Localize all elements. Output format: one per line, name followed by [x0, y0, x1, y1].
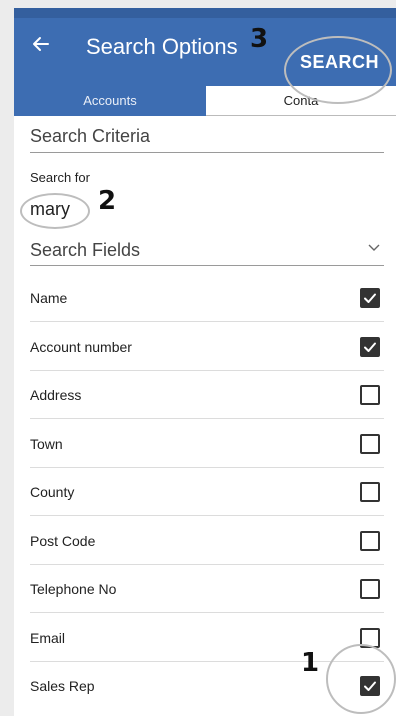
chevron-down-icon[interactable]: [368, 240, 380, 252]
search-criteria-heading: Search Criteria: [30, 126, 151, 146]
search-field-checkbox[interactable]: [360, 530, 380, 551]
divider: [30, 265, 384, 266]
search-field-row[interactable]: County: [30, 468, 384, 516]
search-field-checkbox[interactable]: [360, 433, 380, 454]
search-field-label: Address: [30, 387, 82, 403]
search-field-row[interactable]: Telephone No: [30, 565, 384, 613]
search-field-label: Telephone No: [30, 581, 117, 597]
search-field-label: Name: [30, 290, 68, 306]
search-field-checkbox[interactable]: [360, 482, 380, 502]
search-fields-heading[interactable]: Search Fields: [30, 240, 140, 261]
search-field-checkbox[interactable]: [360, 288, 380, 308]
search-field-checkbox[interactable]: [360, 385, 380, 405]
search-field-row[interactable]: Account number: [30, 323, 384, 371]
search-field-row[interactable]: Address: [30, 371, 384, 419]
search-field-label: Town: [30, 435, 63, 452]
search-field-row[interactable]: Email: [30, 614, 384, 662]
annotation-circle-checkbox: [326, 644, 396, 714]
search-for-label: Search for: [30, 170, 90, 185]
annotation-number-1: 1: [301, 648, 320, 678]
phone-screen: Search Options SEARCH Accounts Conta Sea…: [14, 8, 396, 716]
search-field-label: Sales Rep: [30, 678, 95, 694]
search-field-checkbox[interactable]: [360, 579, 380, 599]
annotation-circle-search-value: [20, 193, 90, 229]
search-field-label: County: [30, 484, 75, 500]
status-strip: [14, 8, 396, 18]
search-field-label: Post Code: [30, 532, 96, 549]
search-field-label: Email: [30, 629, 66, 646]
annotation-circle-search: [284, 36, 392, 104]
tab-accounts[interactable]: Accounts: [14, 86, 206, 116]
search-field-row[interactable]: Name: [30, 274, 384, 322]
annotation-number-3: 3: [250, 24, 269, 54]
search-field-label: Account number: [30, 338, 132, 355]
search-field-row[interactable]: Town: [30, 420, 384, 468]
annotation-number-2: 2: [98, 186, 117, 216]
arrow-left-icon[interactable]: [30, 33, 52, 55]
search-field-checkbox[interactable]: [360, 336, 380, 357]
divider: [30, 152, 384, 153]
search-field-row[interactable]: Post Code: [30, 517, 384, 565]
page-title: Search Options: [86, 34, 238, 59]
